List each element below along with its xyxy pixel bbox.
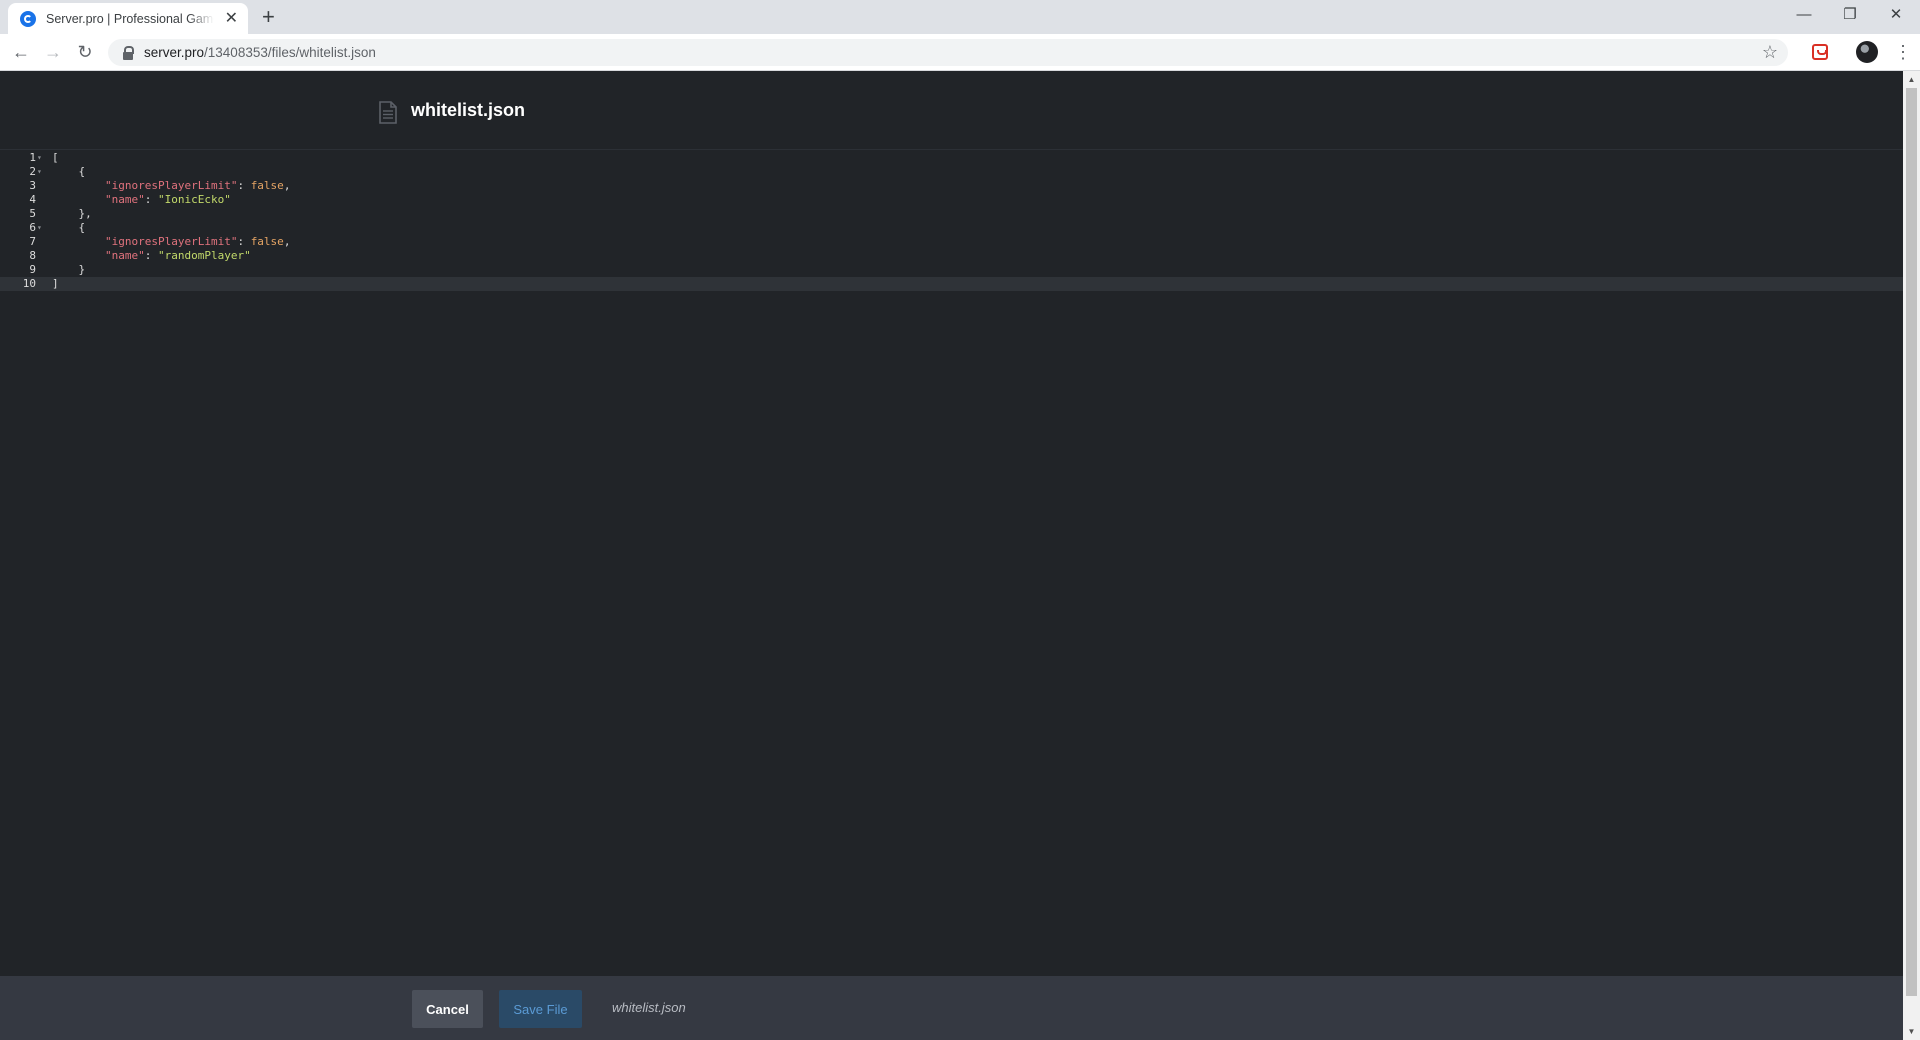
code-line[interactable]: 10] (0, 277, 1903, 291)
file-editor-page: whitelist.json 1 ▾[2 ▾ {3 "ignoresPlayerLi… (0, 71, 1903, 1040)
code-token: , (283, 235, 291, 248)
lock-icon[interactable] (120, 45, 136, 61)
code-text: ] (52, 277, 59, 291)
scroll-down-arrow-icon[interactable]: ▼ (1903, 1023, 1920, 1040)
code-line[interactable]: 7 "ignoresPlayerLimit": false, (0, 235, 1903, 249)
reload-button[interactable]: ↻ (73, 40, 97, 64)
code-token: : (237, 235, 251, 248)
code-text: "name": "IonicEcko" (52, 193, 231, 207)
code-line[interactable]: 4 "name": "IonicEcko" (0, 193, 1903, 207)
line-number: 10 (22, 277, 36, 290)
code-text: { (52, 165, 85, 179)
editor-footer: Cancel Save File whitelist.json (0, 976, 1903, 1040)
url-host: server.pro (144, 45, 205, 60)
code-token: : (144, 193, 158, 206)
code-token: }, (52, 207, 92, 220)
line-number: 6 (29, 221, 36, 234)
save-file-button[interactable]: Save File (499, 990, 582, 1028)
code-line[interactable]: 2 ▾ { (0, 165, 1903, 179)
code-text: [ (52, 151, 59, 165)
code-editor[interactable]: 1 ▾[2 ▾ {3 "ignoresPlayerLimit": false, 4 "… (0, 151, 1903, 831)
code-token: } (52, 263, 86, 276)
scrollbar-thumb[interactable] (1906, 88, 1917, 996)
code-token: { (52, 221, 86, 234)
code-line[interactable]: 3 "ignoresPlayerLimit": false, (0, 179, 1903, 193)
line-number: 9 (29, 263, 36, 276)
scroll-up-arrow-icon[interactable]: ▲ (1903, 71, 1920, 88)
code-text: } (52, 263, 85, 277)
forward-button[interactable]: → (41, 40, 65, 64)
url-text[interactable]: server.pro/13408353/files/whitelist.json (144, 45, 376, 60)
line-number: 7 (29, 235, 36, 248)
code-line[interactable]: 1 ▾ [ (0, 151, 1903, 165)
footer-file-name: whitelist.json (612, 1000, 686, 1015)
code-token: : (237, 179, 251, 192)
file-title: whitelist.json (411, 100, 526, 120)
address-bar[interactable]: server.pro/13408353/files/whitelist.json… (108, 39, 1788, 66)
browser-menu-icon[interactable]: ⋮ (1894, 40, 1912, 64)
new-tab-button[interactable]: + (262, 5, 275, 29)
code-token: : (144, 249, 158, 262)
code-token: "randomPlayer" (157, 249, 251, 262)
code-line[interactable]: 5 }, (0, 207, 1903, 221)
restore-icon[interactable]: ❐ (1830, 4, 1870, 26)
code-text: "ignoresPlayerLimit": false, (52, 235, 290, 249)
code-token: { (52, 165, 86, 178)
line-number: 4 (29, 193, 36, 206)
code-token: ] (52, 277, 59, 290)
code-token: "ignoresPlayerLimit" (104, 179, 238, 192)
browser-tab-strip: Server.pro | Professional Game Server Ho… (0, 0, 1920, 34)
fold-arrow-icon[interactable]: ▾ (37, 151, 42, 165)
code-token: false (250, 235, 284, 248)
code-line[interactable]: 6 ▾ { (0, 221, 1903, 235)
file-header: whitelist.json (0, 71, 1903, 150)
site-favicon-icon (20, 10, 36, 27)
line-number: 3 (29, 179, 36, 192)
line-number: 2 (29, 165, 36, 178)
page-scrollbar[interactable]: ▲ ▼ (1903, 71, 1920, 1040)
bookmark-star-icon[interactable]: ☆ (1762, 42, 1778, 63)
browser-tab[interactable]: Server.pro | Professional Game Server Ho… (8, 3, 248, 34)
code-line[interactable]: 9 } (0, 263, 1903, 277)
file-icon (379, 101, 397, 124)
fold-arrow-icon[interactable]: ▾ (37, 165, 42, 179)
code-line[interactable]: 8 "name": "randomPlayer" (0, 249, 1903, 263)
code-token: "IonicEcko" (157, 193, 231, 206)
line-number: 1 (29, 151, 36, 164)
tab-title: Server.pro | Professional Game Server Ho… (46, 11, 214, 26)
fold-arrow-icon[interactable]: ▾ (37, 221, 42, 235)
code-text: "name": "randomPlayer" (52, 249, 251, 263)
line-number: 5 (29, 207, 36, 220)
url-path: /13408353/files/whitelist.json (204, 45, 376, 60)
code-token: false (250, 179, 284, 192)
code-token: "ignoresPlayerLimit" (104, 235, 238, 248)
window-close-icon[interactable]: ✕ (1876, 4, 1916, 26)
code-text: "ignoresPlayerLimit": false, (52, 179, 290, 193)
code-token: , (283, 179, 291, 192)
back-button[interactable]: ← (9, 40, 33, 64)
browser-toolbar: ← → ↻ server.pro/13408353/files/whitelis… (0, 34, 1920, 71)
minimize-icon[interactable]: — (1784, 4, 1824, 26)
code-token: "name" (104, 249, 145, 262)
extension-icon[interactable] (1812, 44, 1828, 60)
code-token: "name" (104, 193, 145, 206)
code-token: [ (52, 151, 59, 164)
profile-avatar[interactable] (1856, 41, 1878, 63)
tab-close-icon[interactable]: ✕ (225, 10, 238, 27)
cancel-button[interactable]: Cancel (412, 990, 483, 1028)
line-number: 8 (29, 249, 36, 262)
code-text: }, (52, 207, 92, 221)
code-text: { (52, 221, 85, 235)
